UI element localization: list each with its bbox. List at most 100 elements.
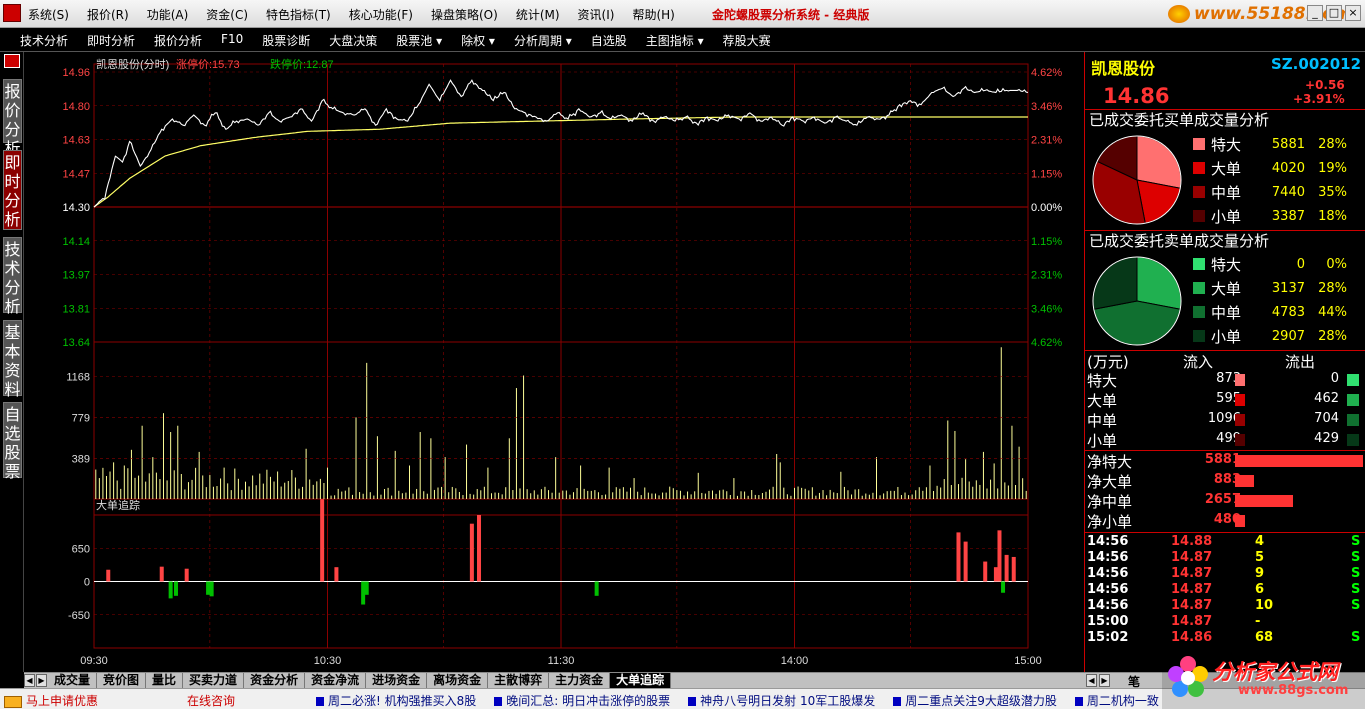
maximize-button[interactable]: □ xyxy=(1326,5,1342,21)
flow-in-header: 流入 xyxy=(1183,353,1214,371)
menu-item[interactable]: 系统(S) xyxy=(28,6,69,23)
tick-time: 14:56 xyxy=(1087,566,1129,581)
toolbar-item[interactable]: 报价分析 xyxy=(154,32,202,49)
indicator-tab[interactable]: 资金分析 xyxy=(244,673,306,688)
flow-out-swatch xyxy=(1347,394,1359,406)
left-tab[interactable]: 报价分析 xyxy=(3,79,22,158)
apply-discount-link[interactable]: 马上申请优惠 xyxy=(4,692,98,709)
tick-side: S xyxy=(1351,598,1361,613)
left-tab[interactable]: 自选股票 xyxy=(3,402,22,481)
flow-in-swatch xyxy=(1235,374,1245,386)
indicator-tab[interactable]: 进场资金 xyxy=(366,673,428,688)
toolbar-item[interactable]: 技术分析 xyxy=(20,32,68,49)
big-sell-bar xyxy=(206,581,211,595)
news-item[interactable]: 周二必涨! 机构强推买入8股 xyxy=(316,692,476,709)
toolbar-item[interactable]: 即时分析 xyxy=(87,32,135,49)
menu-item[interactable]: 功能(A) xyxy=(147,6,189,23)
indicator-tab[interactable]: 资金净流 xyxy=(305,673,367,688)
big-buy-bar xyxy=(1011,556,1016,582)
minimize-button[interactable]: _ xyxy=(1307,5,1323,21)
right-tab-left-icon[interactable]: ◀ xyxy=(1086,674,1097,687)
menu-item[interactable]: 统计(M) xyxy=(516,6,560,23)
toolbar-item[interactable]: 分析周期 ▾ xyxy=(514,32,572,49)
flow-in-swatch xyxy=(1235,394,1245,406)
pie-legend-row: 中单 4783 44% xyxy=(1193,300,1365,324)
left-tab[interactable]: 即时分析 xyxy=(3,150,22,230)
pct-tick-label: 2.31% xyxy=(1031,135,1062,147)
net-bar xyxy=(1235,475,1254,487)
legend-value: 3137 xyxy=(1271,280,1305,296)
tick-time: 15:00 xyxy=(1087,614,1129,629)
pie-slice xyxy=(1092,256,1138,310)
net-flow-row: 净特大 5881 xyxy=(1085,451,1365,471)
indicator-tabs: ◀ ▶ 成交量 竞价图 量比 买卖力道 资金分析 资金净流 进场资金 离场资金 主散博弈 主力资金… xyxy=(24,672,1084,688)
menu-item[interactable]: 特色指标(T) xyxy=(266,6,331,23)
news-item[interactable]: 周二机构一致 xyxy=(1075,692,1159,709)
pct-tick-label: 3.46% xyxy=(1031,303,1062,315)
legend-label: 小单 xyxy=(1211,327,1242,346)
tick-price: 14.86 xyxy=(1171,630,1213,645)
change-value: +0.56 xyxy=(1305,78,1345,92)
main-menu: 系统(S) 报价(R) 功能(A) 资金(C) 特色指标(T) 核心功能(F) 操盘策略(O… xyxy=(28,6,693,23)
big-buy-bar xyxy=(334,567,339,582)
toolbar-item[interactable]: 除权 ▾ xyxy=(461,32,495,49)
indicator-tab[interactable]: 成交量 xyxy=(48,673,98,688)
flow-out-swatch xyxy=(1347,374,1359,386)
indicator-tab[interactable]: 买卖力道 xyxy=(183,673,245,688)
toolbar-item[interactable]: 主图指标 ▾ xyxy=(646,32,704,49)
window-controls: _ □ × xyxy=(1307,5,1361,21)
toolbar-item[interactable]: 荐股大赛 xyxy=(723,32,771,49)
net-bar xyxy=(1235,515,1245,527)
indicator-tab[interactable]: 主散博弈 xyxy=(488,673,550,688)
gift-icon xyxy=(4,695,22,708)
close-button[interactable]: × xyxy=(1345,5,1361,21)
news-item[interactable]: 神舟八号明日发射 10军工股爆发 xyxy=(688,692,875,709)
price-tick-label: 14.30 xyxy=(62,202,90,214)
indicator-tab[interactable]: 大单追踪 xyxy=(610,673,672,688)
big-sell-bar xyxy=(364,581,369,595)
indicator-tab[interactable]: 主力资金 xyxy=(549,673,611,688)
tab-scroll-left-icon[interactable]: ◀ xyxy=(24,674,35,687)
toolbar-item[interactable]: 自选股 xyxy=(591,32,627,49)
indicator-tab[interactable]: 量比 xyxy=(146,673,184,688)
toolbar-item[interactable]: 大盘决策 xyxy=(329,32,377,49)
right-tab-right-icon[interactable]: ▶ xyxy=(1099,674,1110,687)
big-buy-bar xyxy=(997,530,1002,582)
pct-tick-label: 0.00% xyxy=(1031,202,1062,214)
toolbar-item[interactable]: 股票池 ▾ xyxy=(396,32,442,49)
menu-item[interactable]: 报价(R) xyxy=(87,6,129,23)
indicator-tab[interactable]: 竞价图 xyxy=(97,673,147,688)
left-tab[interactable]: 技术分析 xyxy=(3,237,22,316)
big-sell-bar xyxy=(1001,581,1006,593)
menu-item[interactable]: 帮助(H) xyxy=(632,6,674,23)
pct-tick-label: 1.15% xyxy=(1031,168,1062,180)
indicator-tab[interactable]: 离场资金 xyxy=(427,673,489,688)
flow-in-swatch xyxy=(1235,414,1245,426)
panel-toggle-icon[interactable] xyxy=(4,54,20,68)
net-flow-row: 净中单 2657 xyxy=(1085,491,1365,511)
watermark-url: www.88gs.com xyxy=(1238,683,1349,698)
toolbar-item[interactable]: F10 xyxy=(221,32,243,49)
window-title: 金陀螺股票分析系统 - 经典版 xyxy=(712,8,870,22)
left-tab[interactable]: 基本资料 xyxy=(3,320,22,399)
tab-scroll-right-icon[interactable]: ▶ xyxy=(36,674,47,687)
toolbar-item[interactable]: 股票诊断 xyxy=(262,32,310,49)
price-tick-label: 13.64 xyxy=(62,337,90,349)
menu-item[interactable]: 操盘策略(O) xyxy=(431,6,498,23)
news-item[interactable]: 周二重点关注9大超级潜力股 xyxy=(893,692,1057,709)
legend-swatch xyxy=(1193,210,1205,222)
big-sell-bar xyxy=(209,581,214,597)
news-item[interactable]: 晚间汇总: 明日冲击涨停的股票 xyxy=(494,692,670,709)
menu-item[interactable]: 资讯(I) xyxy=(578,6,615,23)
tick-volume: 5 xyxy=(1255,550,1265,565)
tick-side: S xyxy=(1351,630,1361,645)
pie-legend-row: 特大 0 0% xyxy=(1193,252,1365,276)
track-tick-label: -650 xyxy=(68,610,90,622)
menu-item[interactable]: 资金(C) xyxy=(206,6,248,23)
tick-time: 14:56 xyxy=(1087,598,1129,613)
menu-item[interactable]: 核心功能(F) xyxy=(349,6,413,23)
intraday-chart[interactable]: 14.96 4.62% 14.80 3.46% 14.63 2.31% 14.47 1.15%… xyxy=(24,52,1084,672)
online-consult-link[interactable]: 在线咨询 xyxy=(187,692,235,709)
big-buy-bar xyxy=(184,568,189,582)
sell-analysis-title: 已成交委托卖单成交量分析 xyxy=(1085,230,1365,252)
